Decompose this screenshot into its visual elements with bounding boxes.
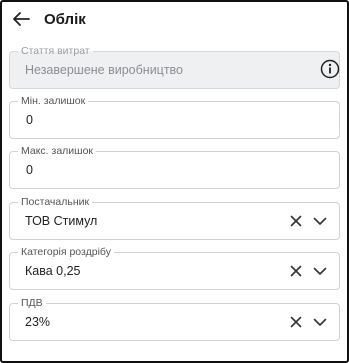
- retail-category-label: Категорія роздрібу: [18, 246, 114, 258]
- info-icon: [320, 59, 340, 79]
- supplier-clear-button[interactable]: [287, 212, 305, 230]
- chevron-down-icon: [313, 217, 327, 225]
- retail-category-value: Кава 0,25: [25, 264, 81, 278]
- close-icon: [290, 265, 302, 277]
- retail-category-dropdown-button[interactable]: [311, 262, 329, 280]
- back-button[interactable]: [10, 8, 32, 30]
- expense-item-label: Стаття витрат: [18, 45, 93, 57]
- vat-label: ПДВ: [18, 297, 46, 309]
- supplier-dropdown-button[interactable]: [311, 212, 329, 230]
- min-stock-field[interactable]: Мін. залишок 0: [9, 95, 340, 139]
- max-stock-value[interactable]: 0: [26, 163, 33, 177]
- page-header: Облік: [10, 6, 86, 32]
- max-stock-label: Макс. залишок: [18, 145, 97, 157]
- retail-category-clear-button[interactable]: [287, 262, 305, 280]
- expense-item-value: Незавершене виробництво: [25, 63, 184, 77]
- close-icon: [290, 215, 302, 227]
- supplier-select[interactable]: Постачальник ТОВ Стимул: [9, 196, 340, 240]
- max-stock-field[interactable]: Макс. залишок 0: [9, 145, 340, 189]
- page-title: Облік: [44, 10, 86, 28]
- chevron-down-icon: [313, 318, 327, 326]
- vat-select[interactable]: ПДВ 23%: [9, 297, 340, 341]
- min-stock-value[interactable]: 0: [26, 113, 33, 127]
- min-stock-label: Мін. залишок: [18, 95, 89, 107]
- vat-value: 23%: [25, 315, 51, 329]
- info-button[interactable]: [320, 59, 340, 79]
- vat-clear-button[interactable]: [287, 313, 305, 331]
- arrow-left-icon: [13, 12, 30, 26]
- close-icon: [290, 316, 302, 328]
- chevron-down-icon: [313, 267, 327, 275]
- retail-category-select[interactable]: Категорія роздрібу Кава 0,25: [9, 246, 340, 290]
- expense-item-field: Стаття витрат Незавершене виробництво: [9, 45, 340, 89]
- supplier-value: ТОВ Стимул: [25, 214, 98, 228]
- supplier-label: Постачальник: [18, 196, 93, 208]
- vat-dropdown-button[interactable]: [311, 313, 329, 331]
